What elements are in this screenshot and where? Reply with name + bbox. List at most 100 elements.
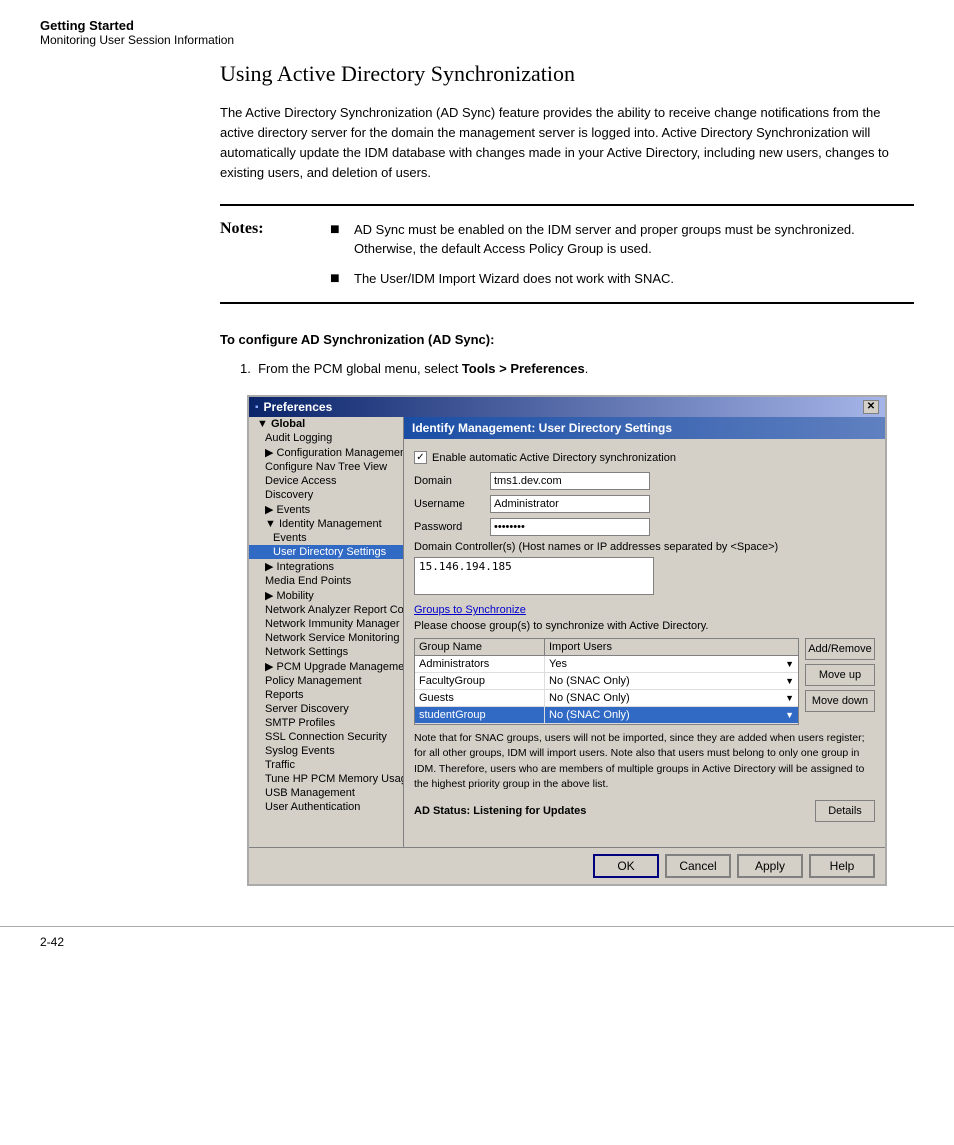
nav-item[interactable]: Events	[249, 531, 403, 545]
titlebar-left: ▪ Preferences	[255, 400, 332, 414]
group-import-cell: No (SNAC Only)▼	[545, 673, 798, 689]
notes-text-2: The User/IDM Import Wizard does not work…	[354, 269, 674, 289]
panel-header: Identify Management: User Directory Sett…	[404, 417, 885, 439]
content-panel: Identify Management: User Directory Sett…	[404, 417, 885, 847]
enable-checkbox-row: ✓ Enable automatic Active Directory sync…	[414, 451, 875, 464]
dc-textarea[interactable]: 15.146.194.185	[414, 557, 654, 595]
group-name-cell: FacultyGroup	[415, 673, 545, 689]
dialog-titlebar: ▪ Preferences ✕	[249, 397, 885, 417]
nav-item[interactable]: Network Immunity Manager	[249, 617, 403, 631]
nav-item[interactable]: User Authentication	[249, 800, 403, 814]
group-import-cell: Yes▼	[545, 656, 798, 672]
nav-item[interactable]: SSL Connection Security	[249, 730, 403, 744]
nav-item[interactable]: ▶ Mobility	[249, 588, 403, 603]
col-group-name: Group Name	[415, 639, 545, 655]
dropdown-arrow-icon[interactable]: ▼	[785, 710, 794, 720]
group-name-cell: Administrators	[415, 656, 545, 672]
section-bold-title: Getting Started	[40, 18, 914, 33]
nav-item[interactable]: ▶ Configuration Management	[249, 445, 403, 460]
nav-item[interactable]: ▶ Events	[249, 502, 403, 517]
groups-table: Group Name Import Users AdministratorsYe…	[414, 638, 799, 725]
username-row: Username	[414, 495, 875, 513]
nav-item[interactable]: Tune HP PCM Memory Usage	[249, 772, 403, 786]
nav-item[interactable]: ▼ Identity Management	[249, 517, 403, 531]
dropdown-arrow-icon[interactable]: ▼	[785, 676, 794, 686]
apply-button[interactable]: Apply	[737, 854, 803, 878]
groups-buttons: Add/Remove Move up Move down	[805, 638, 875, 725]
nav-item[interactable]: Audit Logging	[249, 431, 403, 445]
notes-item-2: ■ The User/IDM Import Wizard does not wo…	[330, 269, 914, 289]
domain-input[interactable]	[490, 472, 650, 490]
move-down-button[interactable]: Move down	[805, 690, 875, 712]
nav-item[interactable]: ▶ PCM Upgrade Management	[249, 659, 403, 674]
ok-button[interactable]: OK	[593, 854, 659, 878]
group-name-cell: studentGroup	[415, 707, 545, 723]
nav-item[interactable]: Device Access	[249, 474, 403, 488]
group-import-cell: No (SNAC Only)▼	[545, 690, 798, 706]
dropdown-arrow-icon[interactable]: ▼	[785, 659, 794, 669]
close-button[interactable]: ✕	[863, 400, 879, 414]
add-remove-button[interactable]: Add/Remove	[805, 638, 875, 660]
help-button[interactable]: Help	[809, 854, 875, 878]
nav-item[interactable]: ▼ Global	[249, 417, 403, 431]
nav-item[interactable]: Traffic	[249, 758, 403, 772]
domain-row: Domain	[414, 472, 875, 490]
nav-item[interactable]: Network Service Monitoring	[249, 631, 403, 645]
page-header: Getting Started Monitoring User Session …	[0, 0, 954, 51]
nav-item[interactable]: Policy Management	[249, 674, 403, 688]
notes-items: ■ AD Sync must be enabled on the IDM ser…	[330, 220, 914, 289]
dialog-icon: ▪	[255, 402, 259, 413]
dialog-body: ▼ GlobalAudit Logging▶ Configuration Man…	[249, 417, 885, 847]
nav-item[interactable]: Server Discovery	[249, 702, 403, 716]
groups-rows: AdministratorsYes▼FacultyGroupNo (SNAC O…	[415, 656, 798, 724]
username-input[interactable]	[490, 495, 650, 513]
move-up-button[interactable]: Move up	[805, 664, 875, 686]
nav-item[interactable]: USB Management	[249, 786, 403, 800]
page-footer: 2-42	[0, 926, 954, 957]
cancel-button[interactable]: Cancel	[665, 854, 731, 878]
ad-status-label: AD Status: Listening for Updates	[414, 805, 586, 817]
notes-text-1: AD Sync must be enabled on the IDM serve…	[354, 220, 914, 259]
bullet-icon-1: ■	[330, 220, 348, 239]
table-row[interactable]: GuestsNo (SNAC Only)▼	[415, 690, 798, 707]
details-button[interactable]: Details	[815, 800, 875, 822]
nav-item[interactable]: Syslog Events	[249, 744, 403, 758]
notes-section: Notes: ■ AD Sync must be enabled on the …	[220, 204, 914, 305]
password-label: Password	[414, 521, 484, 533]
nav-item[interactable]: Discovery	[249, 488, 403, 502]
main-content: Using Active Directory Synchronization T…	[0, 51, 954, 906]
table-row[interactable]: AdministratorsYes▼	[415, 656, 798, 673]
dc-label: Domain Controller(s) (Host names or IP a…	[414, 541, 875, 553]
panel-body: ✓ Enable automatic Active Directory sync…	[404, 447, 885, 836]
procedure-step-1: 1. From the PCM global menu, select Tool…	[220, 359, 914, 379]
nav-item[interactable]: ▶ Integrations	[249, 559, 403, 574]
doc-title: Using Active Directory Synchronization	[220, 61, 914, 87]
enable-checkbox[interactable]: ✓	[414, 451, 427, 464]
nav-item[interactable]: Network Analyzer Report Config	[249, 603, 403, 617]
nav-panel: ▼ GlobalAudit Logging▶ Configuration Man…	[249, 417, 404, 847]
nav-item[interactable]: SMTP Profiles	[249, 716, 403, 730]
nav-list: ▼ GlobalAudit Logging▶ Configuration Man…	[249, 417, 403, 847]
notes-item-1: ■ AD Sync must be enabled on the IDM ser…	[330, 220, 914, 259]
nav-item[interactable]: Network Settings	[249, 645, 403, 659]
dialog-title: Preferences	[264, 400, 333, 414]
group-name-cell: Guests	[415, 690, 545, 706]
groups-desc: Please choose group(s) to synchronize wi…	[414, 620, 875, 632]
nav-item[interactable]: User Directory Settings	[249, 545, 403, 559]
note-text: Note that for SNAC groups, users will no…	[414, 731, 875, 792]
groups-link[interactable]: Groups to Synchronize	[414, 604, 875, 616]
nav-item[interactable]: Media End Points	[249, 574, 403, 588]
preferences-dialog: ▪ Preferences ✕ ▼ GlobalAudit Logging▶ C…	[247, 395, 887, 886]
dropdown-arrow-icon[interactable]: ▼	[785, 693, 794, 703]
table-row[interactable]: FacultyGroupNo (SNAC Only)▼	[415, 673, 798, 690]
dialog-buttons: OK Cancel Apply Help	[249, 847, 885, 884]
nav-item[interactable]: Configure Nav Tree View	[249, 460, 403, 474]
table-row[interactable]: studentGroupNo (SNAC Only)▼	[415, 707, 798, 724]
page-number: 2-42	[40, 935, 64, 949]
ad-status-row: AD Status: Listening for Updates Details	[414, 800, 875, 822]
username-label: Username	[414, 498, 484, 510]
nav-item[interactable]: Reports	[249, 688, 403, 702]
password-input[interactable]	[490, 518, 650, 536]
doc-body: The Active Directory Synchronization (AD…	[220, 103, 914, 184]
notes-label: Notes:	[220, 220, 330, 289]
